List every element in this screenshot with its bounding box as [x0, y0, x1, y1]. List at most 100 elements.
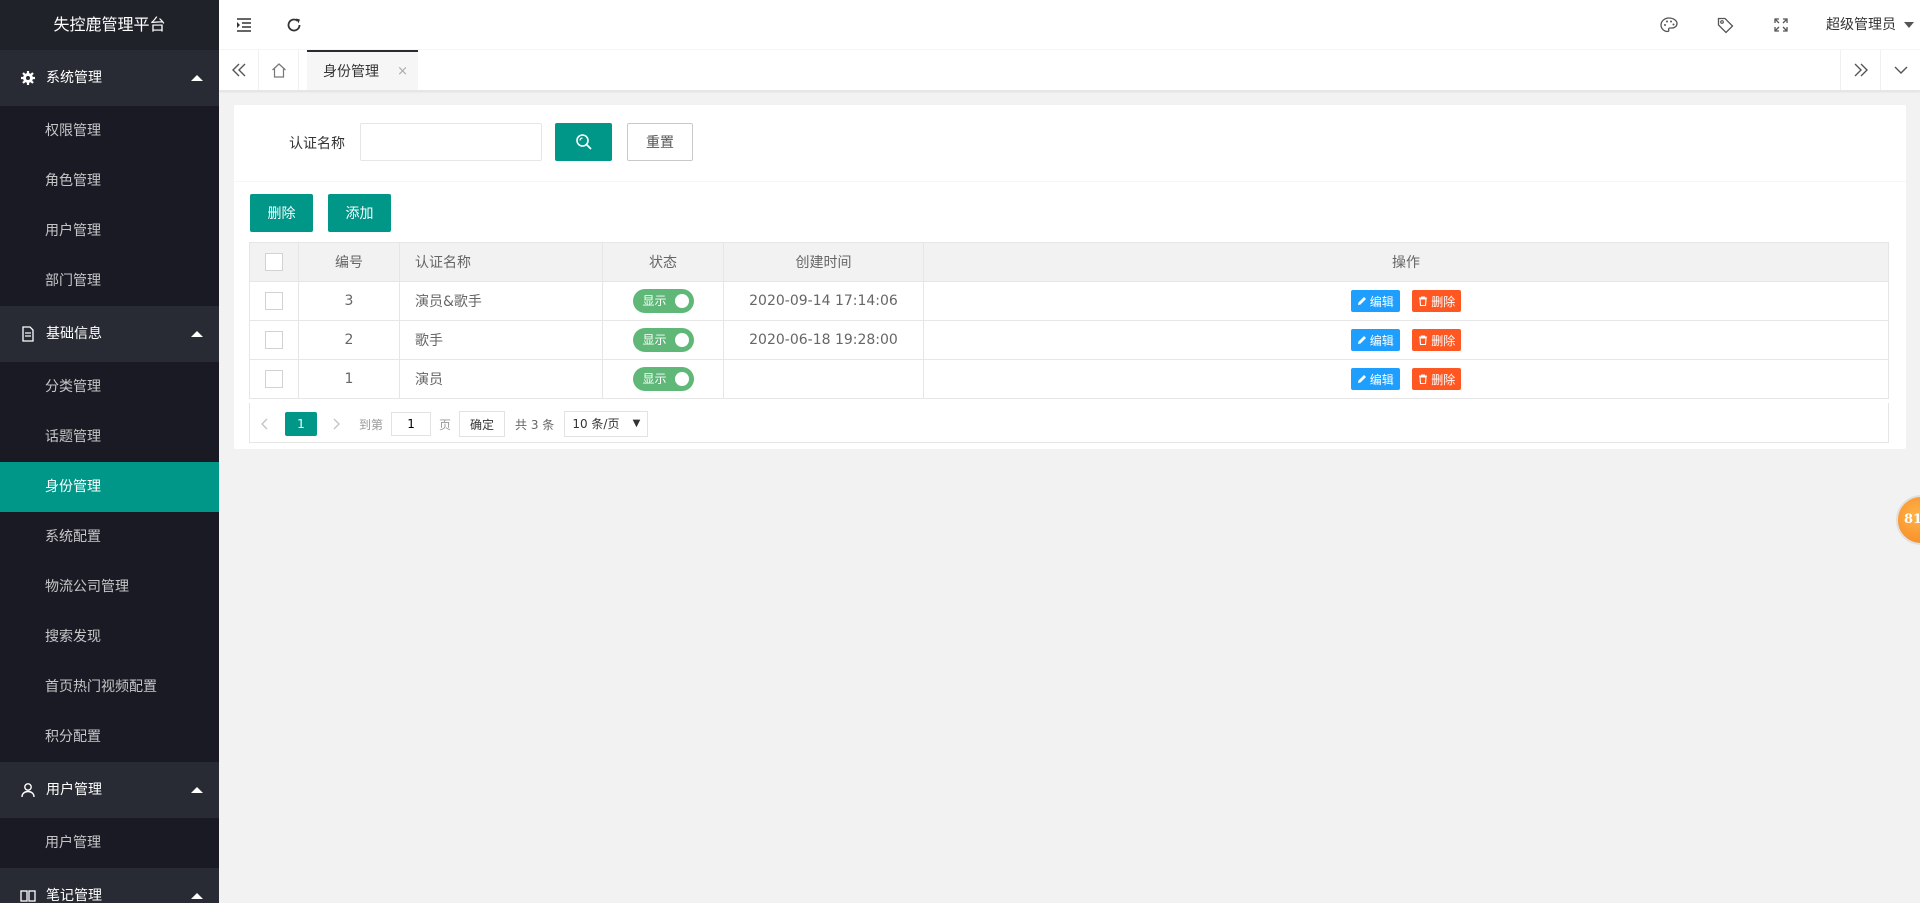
- column-header-id[interactable]: 编号: [298, 242, 400, 282]
- row-checkbox[interactable]: [265, 331, 283, 349]
- tab-label: 身份管理: [323, 64, 379, 80]
- row-checkbox[interactable]: [265, 292, 283, 310]
- pencil-icon: [1357, 297, 1366, 305]
- menu-fold-button[interactable]: [219, 0, 269, 50]
- add-button[interactable]: 添加: [328, 194, 391, 232]
- pencil-icon: [1357, 336, 1366, 344]
- sidebar-item-hot-video-config[interactable]: 首页热门视频配置: [0, 662, 219, 712]
- cell-id: 3: [298, 281, 400, 321]
- edit-button[interactable]: 编辑: [1350, 329, 1400, 351]
- user-name: 超级管理员: [1826, 17, 1896, 33]
- chevron-down-icon: [1894, 66, 1907, 74]
- select-all-cell: [249, 242, 299, 282]
- tabs-scroll-left-button[interactable]: [219, 50, 259, 90]
- sidebar-item-system-config[interactable]: 系统配置: [0, 512, 219, 562]
- sidebar-item-categories[interactable]: 分类管理: [0, 362, 219, 412]
- search-icon: [575, 134, 592, 150]
- cell-id: 2: [298, 320, 400, 360]
- status-toggle[interactable]: 显示: [632, 328, 694, 352]
- pagination-bar: 1 到第 页 确定 共 3 条 10 条/页 ▼: [249, 403, 1889, 443]
- caret-up-icon: [191, 893, 203, 899]
- tab-identity[interactable]: 身份管理 ×: [307, 50, 418, 90]
- notes-icon: [20, 890, 36, 902]
- gear-icon: [21, 71, 35, 85]
- sidebar-group-basic-info[interactable]: 基础信息: [0, 306, 219, 362]
- sidebar-item-user-list[interactable]: 用户管理: [0, 818, 219, 868]
- sidebar-group-user-mgmt[interactable]: 用户管理: [0, 762, 219, 818]
- column-header-status[interactable]: 状态: [602, 242, 724, 282]
- delete-button[interactable]: 删除: [1412, 290, 1462, 312]
- reset-button[interactable]: 重置: [627, 123, 693, 161]
- top-header: 超级管理员: [219, 0, 1920, 50]
- theme-button[interactable]: [1644, 0, 1694, 50]
- content-card: 认证名称 重置 删除 添加 编号 认证名称 状态 创建时间 操作 3 演员&歌手…: [234, 105, 1906, 449]
- floating-badge[interactable]: 81: [1896, 495, 1920, 545]
- search-input[interactable]: [360, 123, 542, 161]
- tag-button[interactable]: [1700, 0, 1750, 50]
- edit-button[interactable]: 编辑: [1350, 368, 1400, 390]
- sidebar-item-topics[interactable]: 话题管理: [0, 412, 219, 462]
- sidebar-item-users[interactable]: 用户管理: [0, 206, 219, 256]
- sidebar-item-departments[interactable]: 部门管理: [0, 256, 219, 306]
- close-icon[interactable]: ×: [397, 52, 408, 92]
- next-page-button[interactable]: [323, 411, 351, 437]
- identity-table: 编号 认证名称 状态 创建时间 操作 3 演员&歌手 显示 2020-09-14…: [249, 242, 1889, 399]
- tab-home-button[interactable]: [259, 50, 299, 90]
- toggle-label: 显示: [642, 333, 667, 347]
- page-size-select[interactable]: 10 条/页 ▼: [564, 411, 649, 437]
- tabs-menu-button[interactable]: [1880, 50, 1920, 90]
- total-count: 共 3 条: [515, 417, 555, 432]
- row-checkbox[interactable]: [265, 370, 283, 388]
- sidebar-item-logistics[interactable]: 物流公司管理: [0, 562, 219, 612]
- chevron-left-icon: [261, 418, 268, 430]
- edit-button[interactable]: 编辑: [1350, 290, 1400, 312]
- current-page[interactable]: 1: [285, 412, 317, 436]
- table-row: 1 演员 显示 编辑 删除: [249, 359, 1889, 399]
- app-logo-title[interactable]: 失控鹿管理平台: [0, 0, 219, 50]
- fullscreen-button[interactable]: [1756, 0, 1806, 50]
- tag-icon: [1717, 17, 1733, 33]
- refresh-button[interactable]: [269, 0, 319, 50]
- sidebar-item-permissions[interactable]: 权限管理: [0, 106, 219, 156]
- sidebar-group-label: 笔记管理: [46, 888, 102, 903]
- user-menu[interactable]: 超级管理员: [1826, 0, 1920, 50]
- table-row: 2 歌手 显示 2020-06-18 19:28:00 编辑 删除: [249, 320, 1889, 360]
- cell-id: 1: [298, 359, 400, 399]
- menu-fold-icon: [237, 18, 251, 32]
- search-button[interactable]: [555, 123, 612, 161]
- status-toggle[interactable]: 显示: [632, 367, 694, 391]
- prev-page-button[interactable]: [250, 411, 278, 437]
- sidebar-item-search-discovery[interactable]: 搜索发现: [0, 612, 219, 662]
- tabs-bar: 身份管理 ×: [219, 50, 1920, 91]
- pencil-icon: [1357, 375, 1366, 383]
- sidebar-item-points-config[interactable]: 积分配置: [0, 712, 219, 762]
- delete-label: 删除: [1431, 333, 1456, 348]
- sidebar-group-notes[interactable]: 笔记管理: [0, 868, 219, 903]
- column-header-name[interactable]: 认证名称: [399, 242, 603, 282]
- toggle-label: 显示: [642, 372, 667, 386]
- fullscreen-icon: [1774, 18, 1788, 32]
- delete-button[interactable]: 删除: [1412, 368, 1462, 390]
- sidebar-item-identity[interactable]: 身份管理: [0, 462, 219, 512]
- sidebar-item-roles[interactable]: 角色管理: [0, 156, 219, 206]
- refresh-icon: [287, 18, 301, 32]
- toggle-knob: [674, 294, 689, 308]
- delete-button[interactable]: 删除: [1412, 329, 1462, 351]
- cell-created: 2020-06-18 19:28:00: [723, 320, 924, 360]
- cell-name: 演员&歌手: [399, 281, 603, 321]
- goto-confirm-button[interactable]: 确定: [459, 411, 506, 437]
- column-header-actions: 操作: [923, 242, 1889, 282]
- goto-page-input[interactable]: [391, 412, 432, 436]
- double-chevron-left-icon: [231, 63, 245, 77]
- select-all-checkbox[interactable]: [265, 253, 283, 271]
- bulk-delete-button[interactable]: 删除: [250, 194, 313, 232]
- column-header-created[interactable]: 创建时间: [723, 242, 924, 282]
- sidebar-group-system[interactable]: 系统管理: [0, 50, 219, 106]
- home-icon: [271, 62, 286, 78]
- toggle-knob: [674, 333, 689, 347]
- chevron-right-icon: [333, 418, 340, 430]
- delete-label: 删除: [1431, 372, 1456, 387]
- sidebar-group-label: 基础信息: [46, 326, 102, 342]
- status-toggle[interactable]: 显示: [632, 289, 694, 313]
- tabs-scroll-right-button[interactable]: [1840, 50, 1880, 90]
